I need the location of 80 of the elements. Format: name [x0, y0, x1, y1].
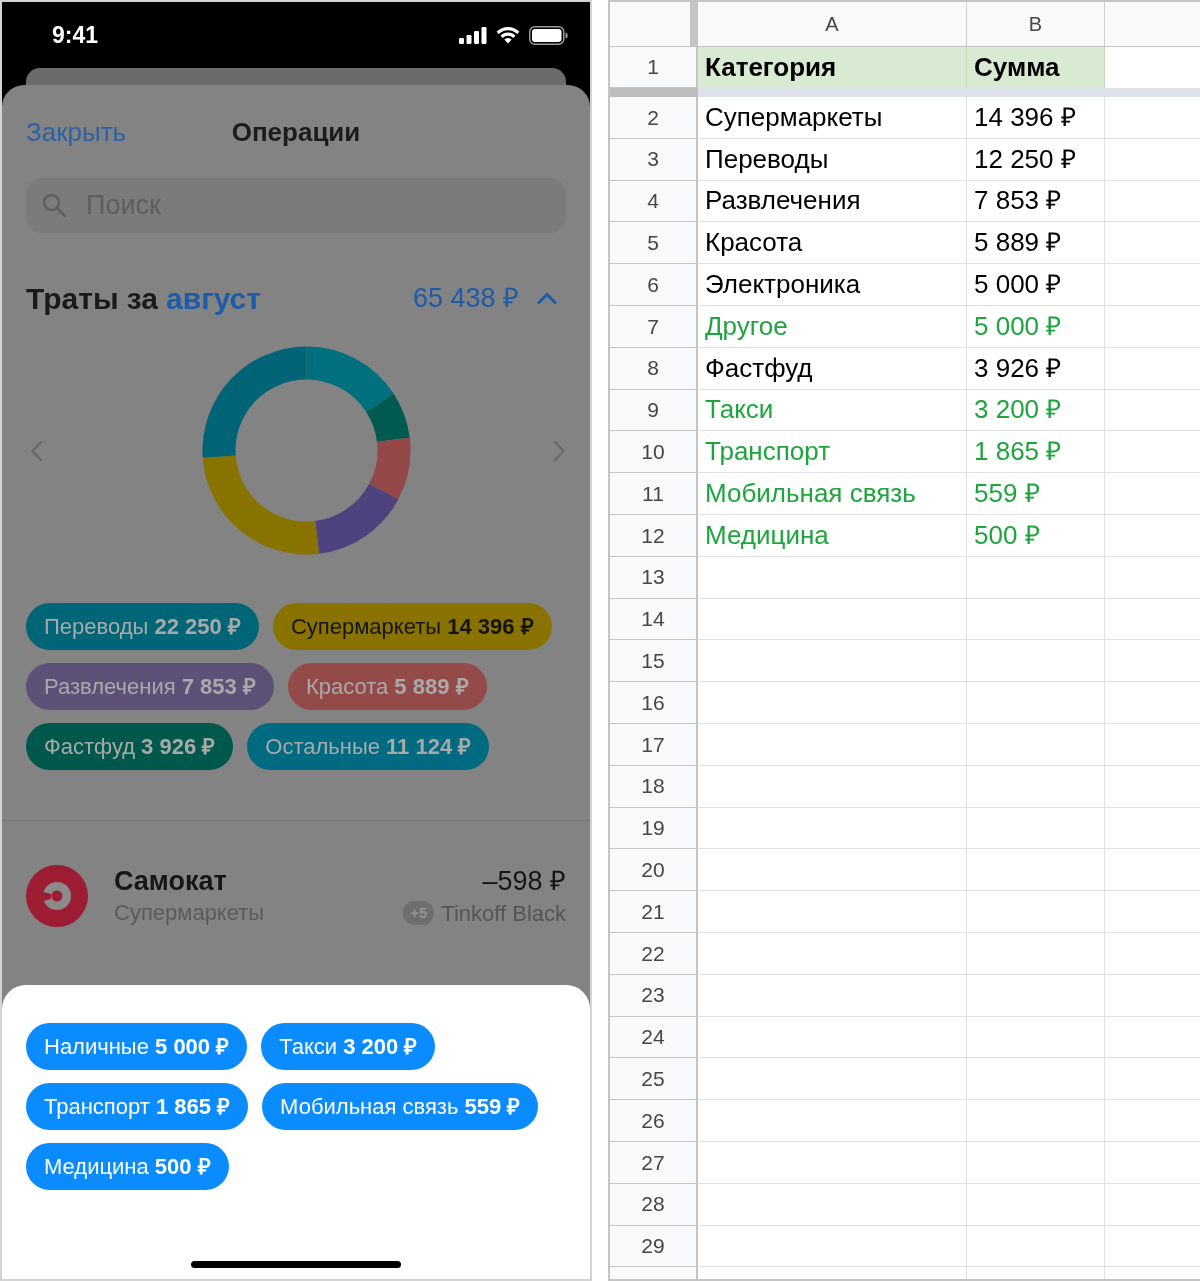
empty-cell[interactable] [967, 807, 1105, 850]
row-number[interactable]: 10 [610, 431, 698, 474]
header-cell[interactable]: Сумма [967, 47, 1105, 88]
row-number[interactable]: 26 [610, 1100, 698, 1142]
row-number[interactable]: 12 [610, 514, 698, 557]
table-cell[interactable]: 5 889 ₽ [967, 222, 1105, 265]
header-cell[interactable]: Категория [698, 47, 967, 88]
column-header[interactable]: A [698, 2, 967, 46]
column-header[interactable]: B [967, 2, 1105, 46]
category-chip[interactable]: Супермаркеты 14 396 ₽ [272, 603, 552, 650]
spending-total: 65 438 ₽ [412, 281, 519, 315]
table-cell[interactable]: 3 926 ₽ [967, 347, 1105, 390]
row-number[interactable]: 13 [610, 556, 698, 599]
status-time: 9:41 [52, 20, 99, 50]
row-number[interactable]: 11 [610, 473, 698, 515]
row-number[interactable]: 21 [610, 891, 698, 933]
empty-cell[interactable] [967, 640, 1105, 683]
row-number[interactable]: 18 [610, 765, 698, 808]
transaction-amount: –598 ₽ [482, 865, 566, 897]
row-number[interactable]: 14 [610, 598, 698, 641]
row-number[interactable]: 5 [610, 222, 698, 265]
row-number[interactable]: 24 [610, 1016, 698, 1059]
chevron-up-icon[interactable] [537, 292, 557, 304]
category-chip[interactable]: Фастфуд 3 926 ₽ [26, 723, 234, 770]
row-number[interactable]: 4 [610, 180, 698, 223]
empty-cell[interactable] [967, 598, 1105, 641]
table-cell[interactable]: Супермаркеты [698, 97, 967, 139]
empty-cell[interactable] [967, 1225, 1105, 1268]
empty-cell[interactable] [967, 1058, 1105, 1101]
frozen-row-handle[interactable] [610, 88, 698, 97]
row-number[interactable]: 8 [610, 347, 698, 390]
row-number[interactable]: 1 [610, 47, 698, 88]
empty-cell[interactable] [967, 932, 1105, 975]
empty-cell[interactable] [967, 1141, 1105, 1184]
row-number[interactable]: 6 [610, 264, 698, 306]
empty-cell[interactable] [967, 849, 1105, 892]
empty-cell[interactable] [967, 723, 1105, 766]
row-number[interactable]: 20 [610, 849, 698, 892]
row-number[interactable]: 15 [610, 640, 698, 683]
table-cell[interactable]: Электроника [698, 264, 967, 306]
table-cell[interactable]: 7 853 ₽ [967, 180, 1105, 223]
empty-cell[interactable] [967, 682, 1105, 724]
row-number[interactable] [610, 1267, 698, 1279]
empty-cell[interactable] [967, 891, 1105, 933]
row-number[interactable]: 27 [610, 1141, 698, 1184]
wifi-icon [496, 26, 520, 44]
spending-title: Траты за [26, 280, 159, 317]
row-number[interactable]: 23 [610, 974, 698, 1017]
table-cell[interactable]: 12 250 ₽ [967, 138, 1105, 181]
table-cell[interactable]: 14 396 ₽ [967, 97, 1105, 139]
search-icon [42, 193, 66, 217]
chevron-right-icon[interactable] [553, 439, 566, 462]
empty-cell[interactable] [967, 556, 1105, 599]
circle-logo-icon [26, 865, 88, 927]
row-number[interactable]: 29 [610, 1225, 698, 1268]
chevron-left-icon[interactable] [30, 439, 43, 462]
merchant-name: Самокат [114, 865, 228, 897]
row-number[interactable]: 22 [610, 932, 698, 975]
signal-icon [459, 26, 487, 44]
empty-cell[interactable] [967, 765, 1105, 808]
empty-cell[interactable] [967, 1100, 1105, 1142]
table-cell[interactable]: Развлечения [698, 180, 967, 223]
empty-cell[interactable] [967, 1016, 1105, 1059]
sheet-title: Операции [231, 116, 361, 149]
row-number[interactable]: 16 [610, 682, 698, 724]
table-cell[interactable]: Фастфуд [698, 347, 967, 390]
table-cell[interactable]: Красота [698, 222, 967, 265]
row-number[interactable]: 9 [610, 389, 698, 432]
battery-icon [529, 25, 568, 45]
empty-cell[interactable] [967, 974, 1105, 1017]
table-cell[interactable]: 5 000 ₽ [967, 264, 1105, 306]
empty-cell[interactable] [967, 1183, 1105, 1226]
table-cell[interactable]: Переводы [698, 138, 967, 181]
row-number[interactable]: 25 [610, 1058, 698, 1101]
row-number[interactable]: 2 [610, 97, 698, 139]
row-number[interactable]: 28 [610, 1183, 698, 1226]
row-number[interactable]: 3 [610, 138, 698, 181]
row-number[interactable]: 19 [610, 807, 698, 850]
row-number[interactable]: 7 [610, 306, 698, 348]
row-number[interactable]: 17 [610, 723, 698, 766]
